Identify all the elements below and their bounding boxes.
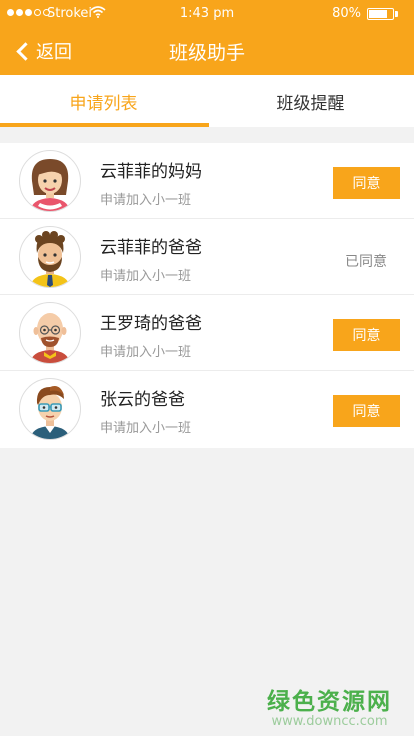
bearded-man-avatar-icon [19,226,81,288]
request-description: 申请加入小一班 [100,193,192,208]
tab-application-list[interactable]: 申请列表 [0,75,207,127]
requester-name: 王罗琦的爸爸 [100,314,202,334]
approve-button[interactable]: 同意 [333,395,400,427]
battery-icon [367,8,394,20]
approved-status: 已同意 [345,254,387,270]
bald-man-avatar-icon [19,302,81,364]
status-bar: Strokei 1:43 pm 80% [0,0,414,28]
active-tab-indicator [0,123,209,127]
requester-name: 云菲菲的妈妈 [100,162,202,182]
page-title: 班级助手 [168,42,245,64]
request-list: 云菲菲的妈妈 申请加入小一班 同意 云菲菲的爸爸 申请加入小一班 已同意 王罗琦… [0,143,414,448]
request-description: 申请加入小一班 [100,269,192,284]
watermark: 绿色资源网 www.downcc.com [267,682,392,729]
app-header: Strokei 1:43 pm 80% 返回 班级助手 [0,0,414,75]
request-description: 申请加入小一班 [100,345,192,360]
tab-class-reminders[interactable]: 班级提醒 [207,75,414,127]
woman-avatar-icon [19,150,81,212]
approve-button[interactable]: 同意 [333,319,400,351]
approve-button[interactable]: 同意 [333,167,400,199]
list-item: 云菲菲的爸爸 申请加入小一班 已同意 [0,219,414,295]
requester-name: 云菲菲的爸爸 [100,238,202,258]
watermark-url: www.downcc.com [271,714,388,729]
list-item: 云菲菲的妈妈 申请加入小一班 同意 [0,143,414,219]
glasses-man-avatar-icon [19,378,81,440]
watermark-text: 绿色资源网 [267,689,392,715]
tab-bar: 申请列表 班级提醒 [0,75,414,127]
list-item: 张云的爸爸 申请加入小一班 同意 [0,371,414,448]
request-description: 申请加入小一班 [100,421,192,436]
battery-percent: 80% [332,6,361,21]
requester-name: 张云的爸爸 [100,390,185,410]
battery-cap [395,11,398,17]
list-item: 王罗琦的爸爸 申请加入小一班 同意 [0,295,414,371]
